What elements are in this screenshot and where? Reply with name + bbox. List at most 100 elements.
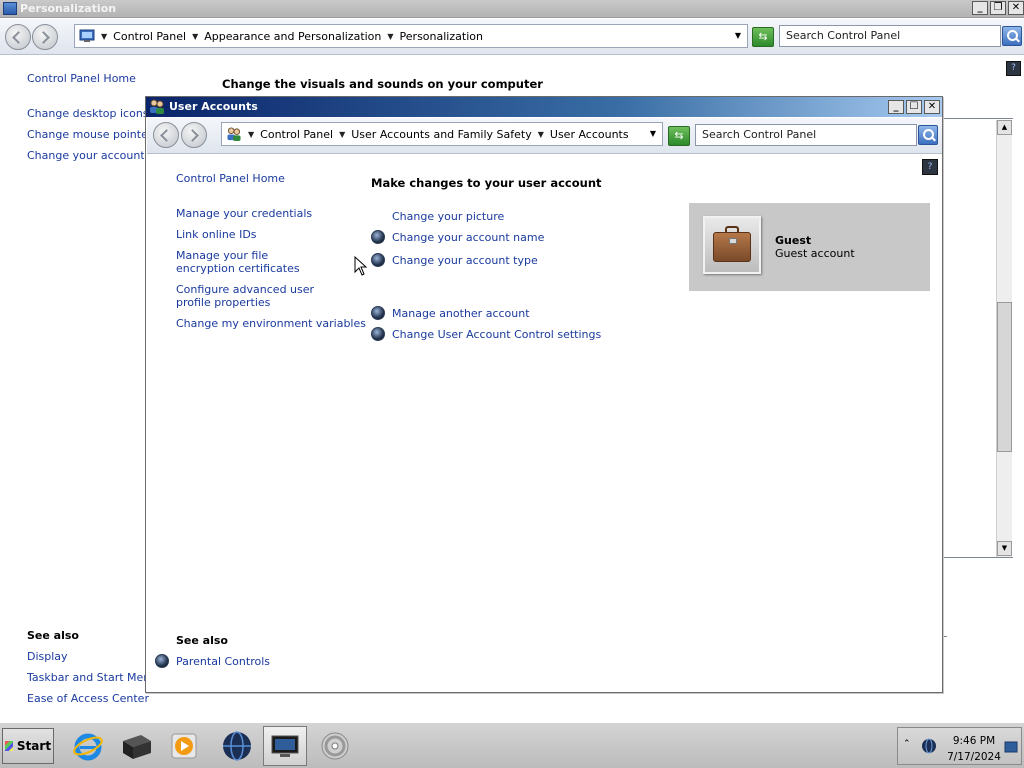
user-accounts-titlebar[interactable]: User Accounts _ ☐ ✕ xyxy=(146,97,942,117)
address-dropdown-icon[interactable]: ▼ xyxy=(650,129,656,138)
personalization-titlebar[interactable]: Personalization _ ❐ ✕ xyxy=(0,0,1024,18)
uac-settings-link[interactable]: Change User Account Control settings xyxy=(392,328,601,341)
change-account-name-link[interactable]: Change your account name xyxy=(392,231,544,244)
divider xyxy=(943,636,947,637)
shield-icon xyxy=(371,327,385,341)
user-accounts-navbar: ▼ Control Panel ▼ User Accounts and Fami… xyxy=(147,118,942,154)
disc-icon xyxy=(321,732,349,760)
users-icon xyxy=(150,99,164,114)
show-desktop-icon[interactable] xyxy=(1004,740,1018,754)
refresh-icon[interactable]: ⇆ xyxy=(752,27,774,47)
taskbar-media-player[interactable] xyxy=(162,726,206,766)
minimize-button[interactable]: _ xyxy=(972,1,988,15)
display-link[interactable]: Display xyxy=(27,650,68,663)
briefcase-clasp xyxy=(729,238,737,244)
control-panel-icon xyxy=(79,29,95,42)
task-change-account-name[interactable]: Change your account name xyxy=(371,230,544,244)
chevron-down-icon[interactable]: ▼ xyxy=(387,32,393,41)
search-input[interactable]: Search Control Panel xyxy=(779,25,1001,47)
forward-button[interactable] xyxy=(32,24,58,50)
search-icon[interactable] xyxy=(1002,26,1022,46)
personalization-title: Personalization xyxy=(20,2,117,15)
taskbar-server-manager[interactable] xyxy=(114,726,158,766)
chevron-down-icon[interactable]: ▼ xyxy=(339,130,345,139)
refresh-icon[interactable]: ⇆ xyxy=(668,126,690,146)
media-player-icon xyxy=(171,733,197,759)
task-change-account-type[interactable]: Change your account type xyxy=(371,253,538,267)
chevron-down-icon[interactable]: ▼ xyxy=(538,130,544,139)
ease-of-access-link[interactable]: Ease of Access Center xyxy=(27,692,149,705)
avatar[interactable] xyxy=(703,216,761,274)
back-button[interactable] xyxy=(5,24,31,50)
control-panel-home-link[interactable]: Control Panel Home xyxy=(176,172,285,185)
mouse-cursor-icon xyxy=(354,256,368,276)
breadcrumb-user-accounts[interactable]: User Accounts xyxy=(550,128,629,141)
address-bar[interactable]: ▼ Control Panel ▼ User Accounts and Fami… xyxy=(221,122,663,146)
task-uac-settings[interactable]: Change User Account Control settings xyxy=(371,327,601,341)
breadcrumb-control-panel[interactable]: Control Panel xyxy=(113,30,186,43)
maximize-button[interactable]: ☐ xyxy=(906,100,922,114)
chevron-down-icon[interactable]: ▼ xyxy=(192,32,198,41)
vertical-scrollbar[interactable]: ▲ ▼ xyxy=(996,120,1012,557)
address-dropdown-icon[interactable]: ▼ xyxy=(735,31,741,40)
file-encryption-certificates-link[interactable]: Manage your file encryption certificates xyxy=(176,249,326,275)
clock-time[interactable]: 9:46 PM xyxy=(950,735,998,747)
account-name: Guest xyxy=(775,234,812,247)
advanced-user-profile-link[interactable]: Configure advanced user profile properti… xyxy=(176,283,341,309)
change-desktop-icons-link[interactable]: Change desktop icons xyxy=(27,107,149,120)
start-button[interactable]: Start xyxy=(2,728,54,764)
account-type: Guest account xyxy=(775,247,855,260)
scroll-up-icon[interactable]: ▲ xyxy=(997,120,1012,135)
personalization-navbar: ▼ Control Panel ▼ Appearance and Persona… xyxy=(0,19,1024,55)
clock-date[interactable]: 7/17/2024 xyxy=(944,751,1004,763)
network-globe-icon xyxy=(223,731,251,761)
taskbar-internet-explorer[interactable] xyxy=(66,726,110,766)
taskbar-control-panel[interactable] xyxy=(263,726,307,766)
forward-button[interactable] xyxy=(181,122,207,148)
parental-controls-link[interactable]: Parental Controls xyxy=(176,655,270,668)
system-tray: ⌃ 9:46 PM 7/17/2024 xyxy=(897,727,1022,765)
manage-credentials-link[interactable]: Manage your credentials xyxy=(176,207,312,220)
shield-icon xyxy=(155,654,169,668)
network-status-icon[interactable] xyxy=(920,737,938,755)
control-panel-home-link[interactable]: Control Panel Home xyxy=(27,72,136,85)
breadcrumb-control-panel[interactable]: Control Panel xyxy=(260,128,333,141)
breadcrumb-appearance[interactable]: Appearance and Personalization xyxy=(204,30,381,43)
link-online-ids-link[interactable]: Link online IDs xyxy=(176,228,257,241)
back-button[interactable] xyxy=(153,122,179,148)
manage-another-account-link[interactable]: Manage another account xyxy=(392,307,530,320)
personalization-heading: Change the visuals and sounds on your co… xyxy=(222,77,543,91)
task-manage-another-account[interactable]: Manage another account xyxy=(371,306,530,320)
breadcrumb-user-accounts-family-safety[interactable]: User Accounts and Family Safety xyxy=(351,128,531,141)
address-bar[interactable]: ▼ Control Panel ▼ Appearance and Persona… xyxy=(74,24,748,48)
change-account-type-link[interactable]: Change your account type xyxy=(392,254,538,267)
user-account-heading: Make changes to your user account xyxy=(371,176,602,190)
help-icon[interactable]: ? xyxy=(922,159,938,175)
taskbar-disc[interactable] xyxy=(313,726,357,766)
account-card: Guest Guest account xyxy=(689,203,930,291)
search-icon[interactable] xyxy=(918,125,938,145)
close-button[interactable]: ✕ xyxy=(924,100,940,114)
environment-variables-link[interactable]: Change my environment variables xyxy=(176,317,366,330)
taskbar-start-menu-link[interactable]: Taskbar and Start Menu xyxy=(27,671,157,684)
minimize-button[interactable]: _ xyxy=(888,100,904,114)
taskbar-network[interactable] xyxy=(215,726,259,766)
scroll-thumb[interactable] xyxy=(997,302,1012,452)
taskbar: Start ⌃ 9:46 PM 7/17/2024 xyxy=(0,722,1024,768)
search-input[interactable]: Search Control Panel xyxy=(695,124,917,146)
show-hidden-icons-icon[interactable]: ⌃ xyxy=(903,739,911,749)
close-button[interactable]: ✕ xyxy=(1008,1,1024,15)
shield-icon xyxy=(371,306,385,320)
user-accounts-window: User Accounts _ ☐ ✕ ▼ Control Panel ▼ Us… xyxy=(145,96,943,693)
change-picture-link[interactable]: Change your picture xyxy=(392,210,504,223)
task-parental-controls[interactable]: Parental Controls xyxy=(155,654,270,668)
user-accounts-title: User Accounts xyxy=(169,100,258,113)
change-mouse-pointers-link[interactable]: Change mouse pointers xyxy=(27,128,158,141)
restore-button[interactable]: ❐ xyxy=(990,1,1006,15)
breadcrumb-personalization[interactable]: Personalization xyxy=(400,30,483,43)
help-icon[interactable]: ? xyxy=(1006,61,1021,76)
scroll-down-icon[interactable]: ▼ xyxy=(997,541,1012,556)
change-account-picture-link[interactable]: Change your account pic xyxy=(27,149,144,162)
see-also-heading: See also xyxy=(27,629,79,642)
task-change-picture[interactable]: Change your picture xyxy=(371,209,504,223)
